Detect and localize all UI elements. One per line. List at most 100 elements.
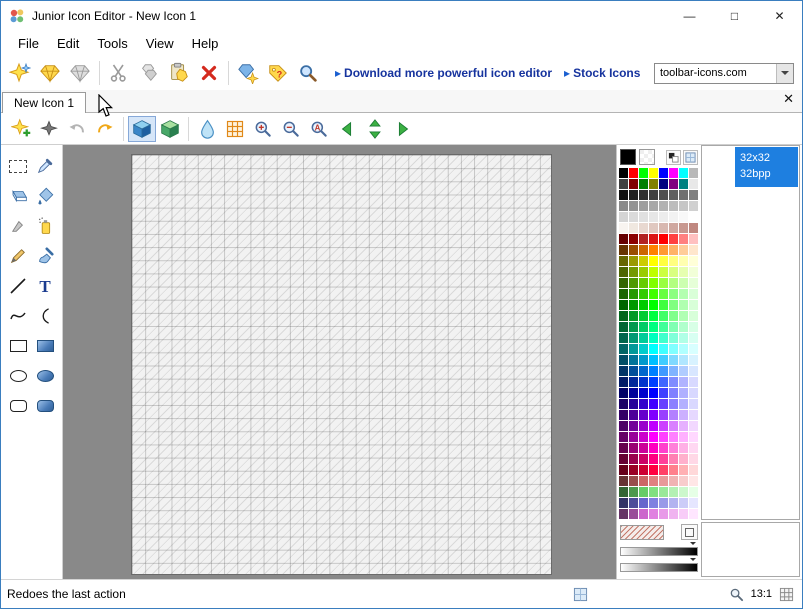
palette-swatch-r9c2[interactable] xyxy=(629,256,638,266)
open-button[interactable] xyxy=(35,59,65,87)
maximize-button[interactable]: □ xyxy=(712,1,757,31)
palette-swatch-r6c8[interactable] xyxy=(689,223,698,233)
filled-rounded-rectangle-tool[interactable] xyxy=(32,391,59,421)
palette-swatch-r14c2[interactable] xyxy=(629,311,638,321)
menu-view[interactable]: View xyxy=(137,34,183,53)
palette-swatch-r4c2[interactable] xyxy=(629,201,638,211)
palette-swatch-r29c6[interactable] xyxy=(669,476,678,486)
palette-swatch-r4c6[interactable] xyxy=(669,201,678,211)
palette-swatch-r19c8[interactable] xyxy=(689,366,698,376)
palette-swatch-r23c3[interactable] xyxy=(639,410,648,420)
palette-swatch-r7c5[interactable] xyxy=(659,234,668,244)
palette-swatch-r24c1[interactable] xyxy=(619,421,628,431)
palette-swatch-r18c3[interactable] xyxy=(639,355,648,365)
rounded-rectangle-tool[interactable] xyxy=(5,391,32,421)
palette-swatch-r23c4[interactable] xyxy=(649,410,658,420)
palette-swatch-r10c4[interactable] xyxy=(649,267,658,277)
palette-swatch-r20c7[interactable] xyxy=(679,377,688,387)
palette-swatch-r5c4[interactable] xyxy=(649,212,658,222)
palette-swatch-r26c3[interactable] xyxy=(639,443,648,453)
palette-swatch-r8c4[interactable] xyxy=(649,245,658,255)
palette-swatch-r4c3[interactable] xyxy=(639,201,648,211)
palette-swatch-r19c5[interactable] xyxy=(659,366,668,376)
palette-swatch-r31c2[interactable] xyxy=(629,498,638,508)
palette-swatch-r24c2[interactable] xyxy=(629,421,638,431)
palette-swatch-r25c3[interactable] xyxy=(639,432,648,442)
select-tool[interactable] xyxy=(5,151,32,181)
foreground-color-swatch[interactable] xyxy=(619,149,636,165)
palette-swatch-r3c2[interactable] xyxy=(629,190,638,200)
palette-swatch-r3c4[interactable] xyxy=(649,190,658,200)
palette-swatch-r22c6[interactable] xyxy=(669,399,678,409)
palette-swatch-r27c2[interactable] xyxy=(629,454,638,464)
palette-swatch-r25c8[interactable] xyxy=(689,432,698,442)
palette-swatch-r17c3[interactable] xyxy=(639,344,648,354)
palette-swatch-r11c3[interactable] xyxy=(639,278,648,288)
palette-swatch-r26c6[interactable] xyxy=(669,443,678,453)
palette-swatch-r14c6[interactable] xyxy=(669,311,678,321)
palette-swatch-r5c2[interactable] xyxy=(629,212,638,222)
palette-swatch-r15c3[interactable] xyxy=(639,322,648,332)
palette-swatch-r8c3[interactable] xyxy=(639,245,648,255)
palette-swatch-r9c8[interactable] xyxy=(689,256,698,266)
palette-swatch-r16c4[interactable] xyxy=(649,333,658,343)
palette-swatch-r10c7[interactable] xyxy=(679,267,688,277)
redo-button[interactable] xyxy=(91,116,119,142)
palette-swatch-r7c4[interactable] xyxy=(649,234,658,244)
palette-swatch-r20c6[interactable] xyxy=(669,377,678,387)
palette-swatch-r12c5[interactable] xyxy=(659,289,668,299)
filled-rectangle-tool[interactable] xyxy=(32,331,59,361)
palette-swatch-r2c5[interactable] xyxy=(659,179,668,189)
palette-swatch-r12c8[interactable] xyxy=(689,289,698,299)
palette-swatch-r25c2[interactable] xyxy=(629,432,638,442)
palette-swatch-r27c6[interactable] xyxy=(669,454,678,464)
zoom-actual-button[interactable]: A xyxy=(305,116,333,142)
palette-swatch-r14c3[interactable] xyxy=(639,311,648,321)
palette-swatch-r14c7[interactable] xyxy=(679,311,688,321)
palette-swatch-r25c7[interactable] xyxy=(679,432,688,442)
palette-swatch-r16c7[interactable] xyxy=(679,333,688,343)
palette-swatch-r13c8[interactable] xyxy=(689,300,698,310)
download-editor-link[interactable]: ▸ Download more powerful icon editor xyxy=(335,66,552,80)
palette-swatch-r14c8[interactable] xyxy=(689,311,698,321)
text-tool[interactable]: T xyxy=(32,271,59,301)
palette-swatch-r13c3[interactable] xyxy=(639,300,648,310)
palette-swatch-r15c8[interactable] xyxy=(689,322,698,332)
palette-swatch-r1c7[interactable] xyxy=(679,168,688,178)
palette-swatch-r21c4[interactable] xyxy=(649,388,658,398)
palette-swatch-r13c4[interactable] xyxy=(649,300,658,310)
palette-swatch-r22c4[interactable] xyxy=(649,399,658,409)
palette-swatch-r27c4[interactable] xyxy=(649,454,658,464)
palette-swatch-r8c1[interactable] xyxy=(619,245,628,255)
palette-swatch-r22c8[interactable] xyxy=(689,399,698,409)
palette-swatch-r11c1[interactable] xyxy=(619,278,628,288)
palette-swatch-r10c1[interactable] xyxy=(619,267,628,277)
palette-swatch-r30c8[interactable] xyxy=(689,487,698,497)
new-icon-button[interactable] xyxy=(5,59,35,87)
palette-swatch-r30c1[interactable] xyxy=(619,487,628,497)
palette-swatch-r15c6[interactable] xyxy=(669,322,678,332)
palette-swatch-r18c2[interactable] xyxy=(629,355,638,365)
help-button[interactable]: ? xyxy=(263,59,293,87)
palette-swatch-r27c3[interactable] xyxy=(639,454,648,464)
palette-swatch-r24c7[interactable] xyxy=(679,421,688,431)
save-button[interactable] xyxy=(65,59,95,87)
palette-swatch-r8c5[interactable] xyxy=(659,245,668,255)
palette-swatch-r27c5[interactable] xyxy=(659,454,668,464)
palette-swatch-r18c4[interactable] xyxy=(649,355,658,365)
palette-swatch-r16c5[interactable] xyxy=(659,333,668,343)
palette-swatch-r32c4[interactable] xyxy=(649,509,658,519)
palette-swatch-r31c5[interactable] xyxy=(659,498,668,508)
palette-swatch-r21c5[interactable] xyxy=(659,388,668,398)
palette-swatch-r5c5[interactable] xyxy=(659,212,668,222)
gradient-slider-1[interactable] xyxy=(619,542,698,556)
palette-swatch-r19c7[interactable] xyxy=(679,366,688,376)
grid-toggle-button[interactable] xyxy=(221,116,249,142)
palette-swatch-r20c5[interactable] xyxy=(659,377,668,387)
palette-swatch-r25c5[interactable] xyxy=(659,432,668,442)
background-color-swatch[interactable] xyxy=(638,149,655,165)
palette-swatch-r27c8[interactable] xyxy=(689,454,698,464)
palette-swatch-r24c8[interactable] xyxy=(689,421,698,431)
palette-swatch-r5c8[interactable] xyxy=(689,212,698,222)
palette-swatch-r9c3[interactable] xyxy=(639,256,648,266)
